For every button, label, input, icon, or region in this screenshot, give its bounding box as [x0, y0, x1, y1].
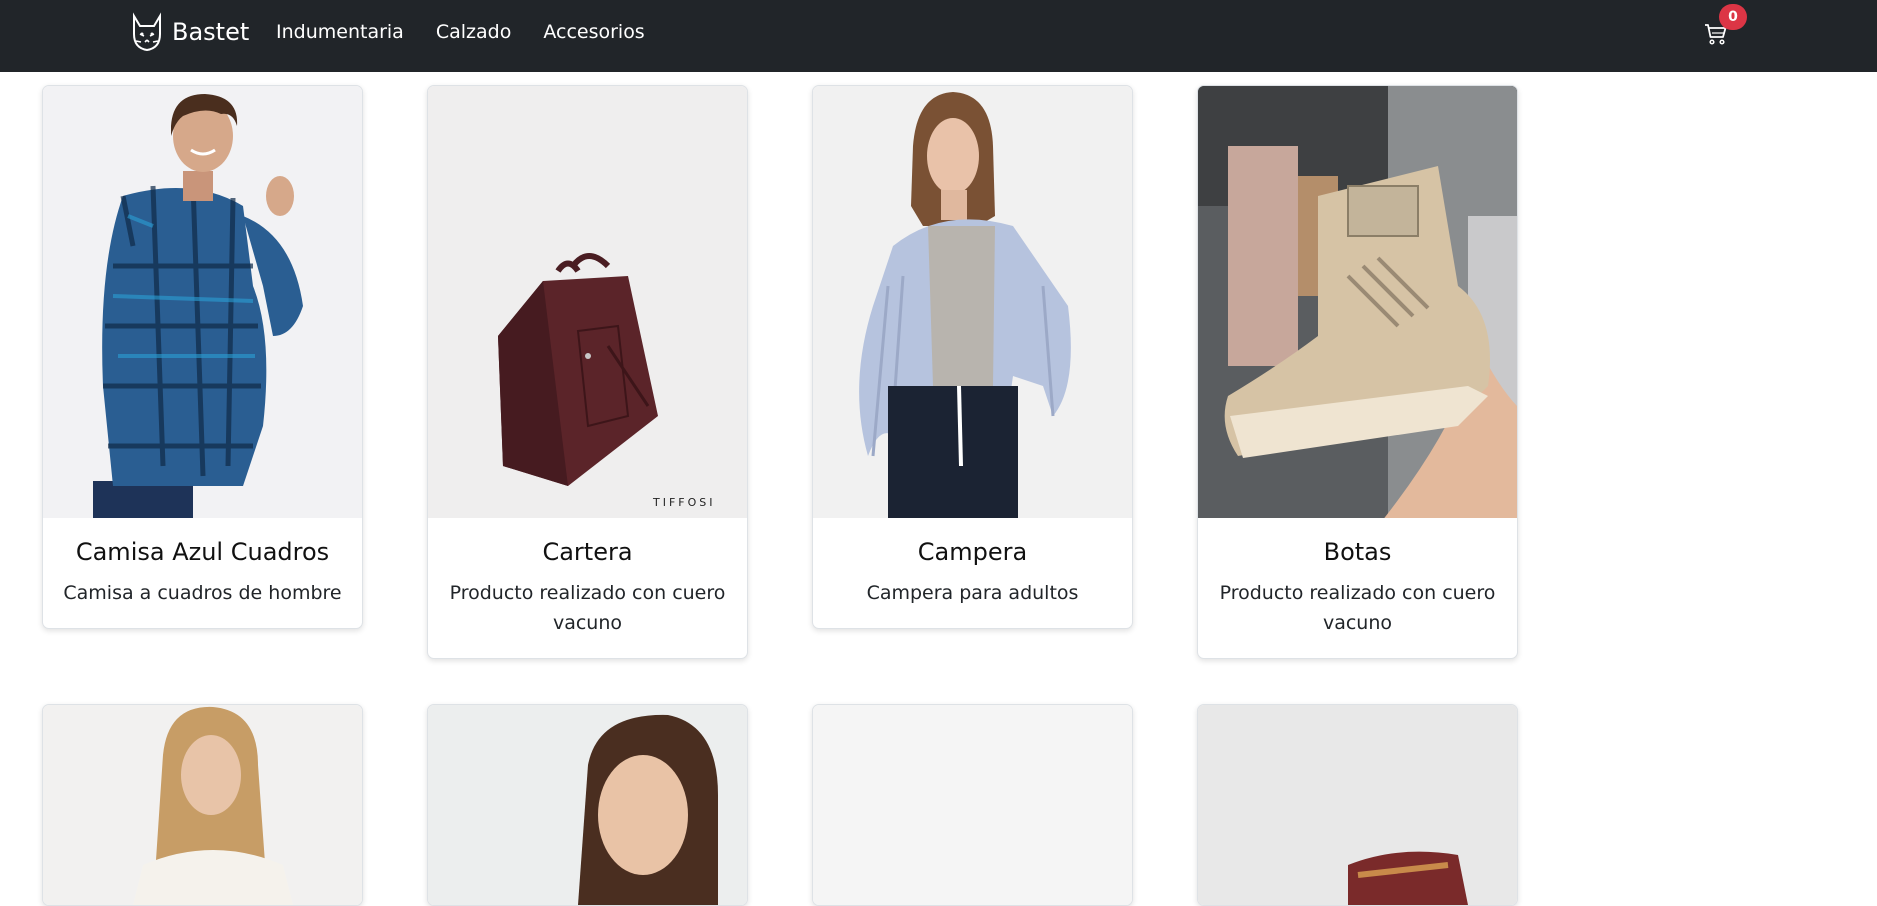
product-image [1198, 86, 1517, 518]
navbar: Bastet Indumentaria Calzado Accesorios 0 [0, 0, 1877, 72]
product-description: Producto realizado con cuero vacuno [449, 582, 726, 634]
product-description: Campera para adultos [866, 582, 1079, 604]
product-card[interactable]: Campera Campera para adultos [812, 85, 1133, 629]
product-description: Camisa a cuadros de hombre [63, 582, 342, 604]
product-card-body: Botas Producto realizado con cuero vacun… [1198, 518, 1517, 658]
product-title: Camisa Azul Cuadros [75, 538, 330, 566]
product-card[interactable] [812, 704, 1133, 906]
tiffosi-watermark: TIFFOSI [652, 496, 716, 509]
product-image [813, 705, 1132, 905]
product-image [43, 705, 362, 905]
product-image [43, 86, 362, 518]
product-title: Cartera [542, 538, 633, 566]
product-image [1198, 705, 1517, 905]
product-image [428, 705, 747, 905]
product-card[interactable]: TIFFOSI Cartera Producto realizado con c… [427, 85, 748, 659]
nav-link-accesorios[interactable]: Accesorios [543, 21, 644, 43]
cat-logo-icon [133, 12, 161, 52]
cart-count-badge: 0 [1719, 4, 1747, 30]
product-card-body: Camisa Azul Cuadros Camisa a cuadros de … [43, 518, 362, 628]
product-title: Botas [1323, 538, 1392, 566]
product-card-body: Cartera Producto realizado con cuero vac… [428, 518, 747, 658]
product-image [813, 86, 1132, 518]
product-image: TIFFOSI [428, 86, 747, 518]
brand-link[interactable]: Bastet [130, 10, 249, 54]
product-card[interactable]: Botas Producto realizado con cuero vacun… [1197, 85, 1518, 659]
product-card[interactable] [427, 704, 748, 906]
product-card[interactable] [1197, 704, 1518, 906]
nav-links: Indumentaria Calzado Accesorios [276, 0, 645, 64]
product-card[interactable] [42, 704, 363, 906]
product-card[interactable]: Camisa Azul Cuadros Camisa a cuadros de … [42, 85, 363, 629]
brand-name: Bastet [172, 18, 250, 46]
nav-link-indumentaria[interactable]: Indumentaria [276, 21, 404, 43]
nav-link-calzado[interactable]: Calzado [436, 21, 512, 43]
product-title: Campera [917, 538, 1028, 566]
product-description: Producto realizado con cuero vacuno [1219, 582, 1496, 634]
product-card-body: Campera Campera para adultos [813, 518, 1132, 628]
